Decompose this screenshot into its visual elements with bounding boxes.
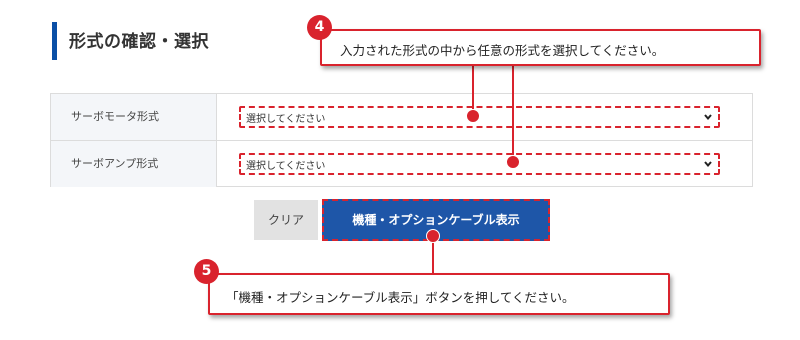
form-row-servo-amplifier: サーボアンプ形式 選択してください: [51, 141, 752, 187]
form-row-servo-motor: サーボモータ形式 選択してください: [51, 94, 752, 141]
callout-5-number-badge: 5: [194, 259, 219, 284]
servo-amplifier-model-label: サーボアンプ形式: [51, 141, 217, 187]
servo-motor-select-value: 選択してください: [246, 114, 326, 125]
callout-4-marker-dot: [506, 155, 520, 169]
callout-4-text: 入力された形式の中から任意の形式を選択してください。: [340, 43, 665, 58]
servo-motor-model-label: サーボモータ形式: [51, 94, 217, 140]
servo-amplifier-model-select[interactable]: 選択してください: [239, 153, 720, 175]
callout-4-box: 入力された形式の中から任意の形式を選択してください。: [320, 29, 761, 66]
model-selection-form: サーボモータ形式 選択してください サーボアンプ形式 選択してください: [50, 93, 753, 187]
servo-amplifier-select-value: 選択してください: [246, 161, 326, 172]
heading-accent-bar: [52, 22, 57, 60]
clear-button[interactable]: クリア: [254, 200, 318, 240]
callout-4-number-badge: 4: [307, 15, 332, 40]
page-title: 形式の確認・選択: [69, 32, 209, 52]
callout-5-marker-dot: [426, 229, 440, 243]
callout-5-box: 「機種・オプションケーブル表示」ボタンを押してください。: [208, 273, 670, 315]
chevron-down-icon: [704, 114, 712, 121]
callout-4-connector-a: [472, 64, 474, 114]
callout-4-marker-dot: [466, 109, 480, 123]
callout-4-connector-b: [512, 64, 514, 160]
chevron-down-icon: [704, 161, 712, 168]
callout-5-text: 「機種・オプションケーブル表示」ボタンを押してください。: [226, 290, 575, 305]
